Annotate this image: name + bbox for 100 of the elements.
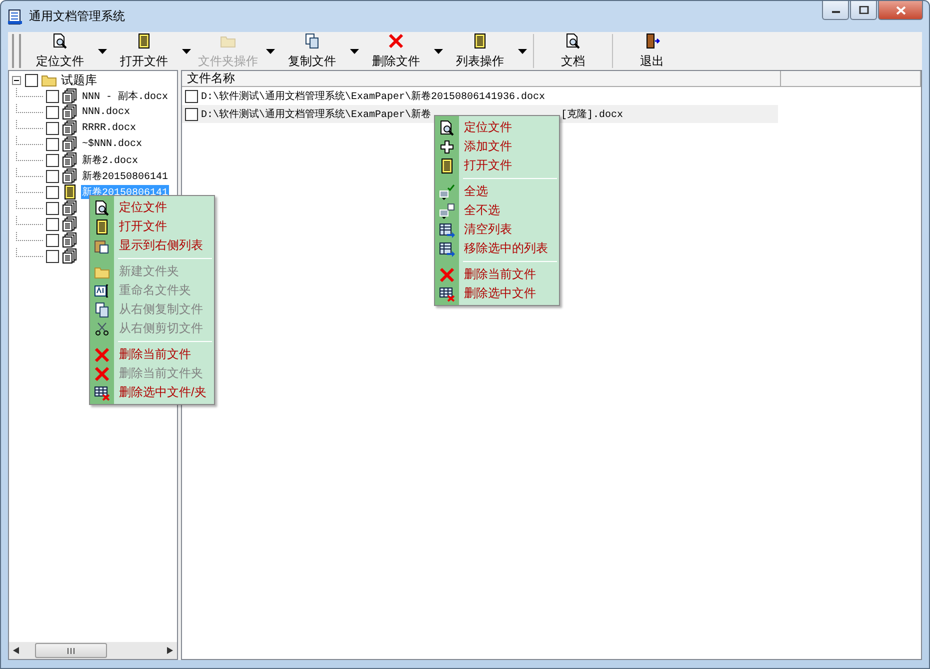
- delete-icon: [94, 366, 110, 382]
- select-none-icon: [439, 202, 456, 218]
- checkbox[interactable]: [46, 202, 59, 214]
- checkbox[interactable]: [46, 154, 59, 166]
- menu-item[interactable]: 全选: [435, 182, 560, 201]
- documents-icon: [62, 136, 78, 152]
- column-header[interactable]: 文件名称: [182, 71, 781, 86]
- exit-door-icon: [644, 32, 660, 48]
- tree-item[interactable]: NNN - 副本.docx: [81, 89, 170, 103]
- toolbar-button[interactable]: 打开文件: [109, 32, 179, 70]
- checkbox[interactable]: [46, 234, 59, 246]
- list-arrow-icon: [439, 222, 456, 238]
- delete-icon: [439, 266, 456, 282]
- checkbox[interactable]: [46, 122, 59, 134]
- maximize-button[interactable]: [850, 1, 877, 20]
- toolbar-button[interactable]: 删除文件: [361, 32, 431, 70]
- window-title: 通用文档管理系统: [29, 8, 125, 25]
- magnifier-document-icon: [439, 120, 456, 136]
- plus-icon: [439, 138, 456, 154]
- horizontal-scrollbar[interactable]: [9, 642, 177, 659]
- toolbar-button[interactable]: 列表操作: [445, 32, 515, 70]
- checkbox[interactable]: [46, 106, 59, 118]
- ledger-icon: [62, 184, 78, 200]
- documents-icon: [62, 200, 78, 216]
- tree-item[interactable]: NNN.docx: [81, 106, 132, 118]
- document-icon: [7, 8, 23, 24]
- ledger-icon: [136, 32, 152, 48]
- scissors-icon: [94, 320, 110, 336]
- documents-icon: [62, 216, 78, 232]
- toolbar-button[interactable]: 复制文件: [277, 32, 347, 70]
- tree-item[interactable]: RRRR.docx: [81, 122, 138, 134]
- documents-icon: [62, 104, 78, 120]
- checkbox[interactable]: [185, 108, 198, 120]
- minus-icon: [12, 76, 21, 84]
- file-path: [克隆].docx: [561, 108, 624, 121]
- list-row[interactable]: D:\软件测试\通用文档管理系统\ExamPaper\新卷20150806141936.docx: [182, 87, 778, 105]
- checkbox[interactable]: [46, 138, 59, 150]
- close-button[interactable]: [878, 1, 923, 20]
- documents-icon: [62, 152, 78, 168]
- tree-item[interactable]: ~$NNN.docx: [81, 138, 144, 150]
- checkbox[interactable]: [25, 74, 38, 86]
- documents-icon: [62, 248, 78, 264]
- caret-icon: [98, 48, 106, 54]
- file-path: D:\软件测试\通用文档管理系统\ExamPaper\新卷: [201, 108, 432, 121]
- toolbar-grip[interactable]: [12, 34, 21, 68]
- menu-item[interactable]: 移除选中的列表: [435, 239, 560, 258]
- menu-item[interactable]: 定位文件: [435, 118, 560, 137]
- tree-item[interactable]: 试题库: [60, 72, 98, 88]
- caret-icon: [350, 48, 358, 54]
- scroll-thumb[interactable]: [35, 643, 107, 658]
- select-all-icon: [439, 184, 456, 200]
- caret-icon: [182, 48, 190, 54]
- maximize-icon: [858, 6, 868, 14]
- list-arrow-icon: [439, 240, 456, 256]
- menu-item[interactable]: 添加文件: [435, 137, 560, 156]
- checkbox[interactable]: [46, 90, 59, 102]
- menu-item[interactable]: 删除当前文件: [90, 345, 214, 364]
- ledger-icon: [439, 158, 456, 174]
- toolbar-button[interactable]: 定位文件: [25, 32, 95, 70]
- documents-icon: [62, 120, 78, 136]
- caret-icon: [518, 48, 526, 54]
- checkbox[interactable]: [46, 250, 59, 262]
- grip-icon: [66, 648, 76, 654]
- file-path: D:\软件测试\通用文档管理系统\ExamPaper\新卷20150806141936.docx: [201, 90, 546, 103]
- menu-item[interactable]: 清空列表: [435, 220, 560, 239]
- delete-icon: [94, 346, 110, 362]
- magnifier-document-icon: [52, 32, 68, 48]
- rename-icon: [94, 282, 110, 298]
- close-icon: [896, 6, 906, 14]
- toolbar-button[interactable]: 文档: [538, 32, 608, 70]
- clipboard-icon: [94, 238, 110, 254]
- minimize-button[interactable]: [822, 1, 849, 20]
- tree-item[interactable]: 新卷20150806141: [81, 169, 170, 183]
- copy-icon: [94, 302, 110, 318]
- toolbar-button[interactable]: 退出: [617, 32, 687, 70]
- menu-item[interactable]: 全不选: [435, 201, 560, 220]
- magnifier-document-icon: [94, 200, 110, 216]
- menu-item[interactable]: 删除选中文件/夹: [90, 383, 214, 402]
- grid-delete-icon: [439, 286, 456, 302]
- grid-delete-icon: [94, 384, 110, 400]
- caret-icon: [434, 48, 442, 54]
- caret-icon: [266, 48, 274, 54]
- delete-icon: [388, 32, 404, 48]
- checkbox[interactable]: [46, 170, 59, 182]
- documents-icon: [62, 168, 78, 184]
- menu-item[interactable]: 删除当前文件: [435, 265, 560, 284]
- ledger-icon: [94, 218, 110, 234]
- collapse-toggle[interactable]: [12, 76, 22, 84]
- documents-icon: [62, 88, 78, 104]
- scroll-right-icon[interactable]: [167, 647, 173, 654]
- documents-icon: [62, 232, 78, 248]
- magnifier-document-icon: [565, 32, 581, 48]
- copy-icon: [304, 32, 320, 48]
- tree-item[interactable]: 新卷2.docx: [81, 153, 140, 167]
- checkbox[interactable]: [46, 186, 59, 198]
- scroll-left-icon[interactable]: [13, 647, 19, 654]
- menu-item[interactable]: 打开文件: [435, 156, 560, 175]
- checkbox[interactable]: [185, 90, 198, 102]
- menu-item[interactable]: 删除选中文件: [435, 284, 560, 303]
- checkbox[interactable]: [46, 218, 59, 230]
